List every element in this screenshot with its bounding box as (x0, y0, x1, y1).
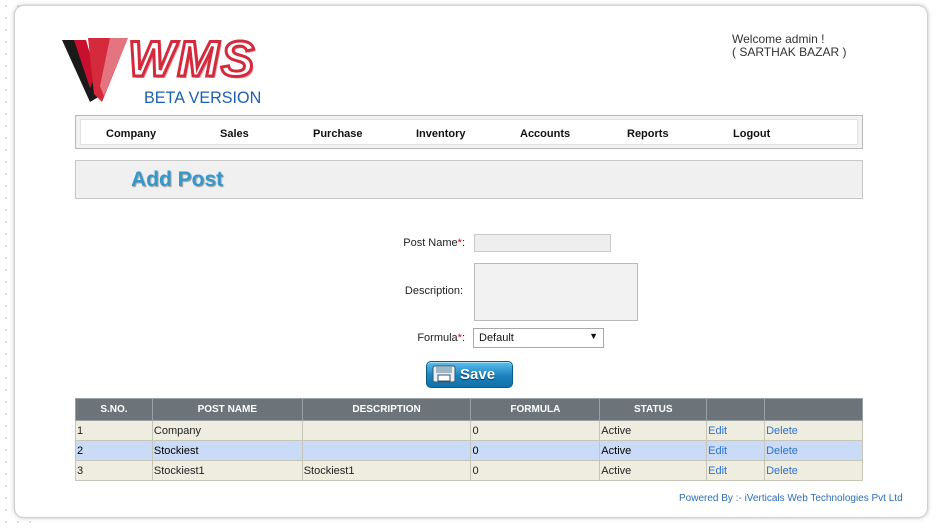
label-colon: : (461, 237, 465, 249)
nav-reports[interactable]: Reports (627, 128, 669, 140)
post-name-label-text: Post Name (403, 237, 458, 249)
company-name: ( SARTHAK BAZAR ) (732, 45, 847, 59)
edit-link[interactable]: Edit (708, 445, 727, 457)
posts-table: S.NO. POST NAME DESCRIPTION FORMULA STAT… (75, 398, 863, 481)
post-name-input[interactable] (474, 234, 611, 252)
col-description: DESCRIPTION (301, 398, 472, 421)
table-row: 1 Company 0 Active Edit Delete (75, 420, 863, 441)
table-row: 2 Stockiest 0 Active Edit Delete (75, 440, 863, 461)
col-edit (706, 398, 766, 421)
delete-link[interactable]: Delete (766, 425, 798, 437)
edit-link[interactable]: Edit (708, 425, 727, 437)
page-container: WMS BETA VERSION Welcome admin ! ( SARTH… (14, 5, 928, 518)
cell-description: Stockiest1 (301, 460, 472, 481)
cell-post-name: Company (151, 420, 303, 441)
nav-company[interactable]: Company (106, 128, 156, 140)
delete-link[interactable]: Delete (766, 445, 798, 457)
cell-sno: 2 (75, 440, 153, 461)
table-header-row: S.NO. POST NAME DESCRIPTION FORMULA STAT… (75, 398, 863, 421)
cell-description (301, 420, 472, 441)
nav-accounts[interactable]: Accounts (520, 128, 570, 140)
cell-sno: 1 (75, 420, 153, 441)
col-status: STATUS (599, 398, 708, 421)
cell-edit: Edit (706, 460, 766, 481)
cell-sno: 3 (75, 460, 153, 481)
dropdown-arrow-icon: ▼ (589, 331, 598, 341)
cell-delete: Delete (764, 460, 863, 481)
welcome-block: Welcome admin ! ( SARTHAK BAZAR ) (732, 33, 846, 59)
cell-status: Active (599, 440, 708, 461)
logo-beta-version: BETA VERSION (144, 88, 262, 107)
delete-link[interactable]: Delete (766, 465, 798, 477)
nav-logout[interactable]: Logout (733, 128, 770, 140)
cell-formula: 0 (470, 420, 601, 441)
description-label: Description: (404, 285, 463, 297)
cell-description (301, 440, 472, 461)
save-disk-icon (432, 365, 456, 383)
cell-delete: Delete (764, 420, 863, 441)
footer-credit[interactable]: Powered By :- iVerticals Web Technologie… (679, 493, 903, 504)
page-title: Add Post (131, 168, 224, 191)
logo-v-icon (62, 38, 128, 102)
cell-edit: Edit (706, 420, 766, 441)
cell-status: Active (599, 460, 708, 481)
table-row: 3 Stockiest1 Stockiest1 0 Active Edit De… (75, 460, 863, 481)
formula-label-text: Formula (417, 332, 458, 344)
col-sno: S.NO. (75, 398, 153, 421)
formula-selected-value: Default (479, 332, 514, 344)
description-textarea[interactable] (474, 263, 638, 321)
main-nav: Company Sales Purchase Inventory Account… (75, 115, 863, 149)
cell-delete: Delete (764, 440, 863, 461)
cell-formula: 0 (470, 460, 601, 481)
cell-formula: 0 (470, 440, 601, 461)
cell-post-name: Stockiest1 (151, 460, 303, 481)
cell-status: Active (599, 420, 708, 441)
col-post-name: POST NAME (151, 398, 303, 421)
cell-edit: Edit (706, 440, 766, 461)
nav-inventory[interactable]: Inventory (416, 128, 466, 140)
col-delete (764, 398, 863, 421)
nav-sales[interactable]: Sales (220, 128, 249, 140)
label-colon: : (461, 332, 465, 344)
formula-select[interactable]: Default ▼ (473, 328, 604, 348)
save-button[interactable]: Save (426, 361, 513, 388)
cell-post-name: Stockiest (151, 440, 303, 461)
logo-wms-text: WMS (126, 30, 257, 89)
page-title-bar: Add Post (75, 160, 863, 199)
formula-label: Formula*: (335, 332, 465, 344)
post-name-label: Post Name*: (335, 237, 465, 249)
main-nav-inner: Company Sales Purchase Inventory Account… (80, 119, 858, 145)
edit-link[interactable]: Edit (708, 465, 727, 477)
nav-purchase[interactable]: Purchase (313, 128, 363, 140)
col-formula: FORMULA (470, 398, 601, 421)
save-button-label: Save (460, 366, 496, 383)
logo: WMS BETA VERSION (60, 28, 280, 108)
